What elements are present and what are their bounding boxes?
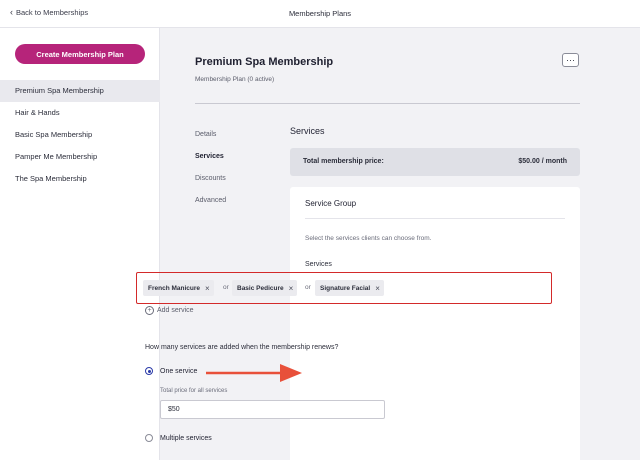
pointer-arrow-icon (206, 364, 302, 382)
total-price-input[interactable] (160, 400, 385, 419)
total-price-label: Total membership price: (303, 158, 384, 165)
remove-chip-icon[interactable]: × (375, 284, 380, 293)
main-content: Premium Spa Membership Membership Plan (… (160, 28, 640, 460)
remove-chip-icon[interactable]: × (289, 284, 294, 293)
total-price-box: Total membership price: $50.00 / month (290, 148, 580, 176)
chip-label: Basic Pedicure (237, 284, 284, 292)
header-divider (195, 103, 580, 104)
more-options-button[interactable]: ··· (562, 53, 579, 67)
plan-section-nav: Details Services Discounts Advanced (195, 131, 226, 219)
or-separator: or (305, 284, 311, 291)
nav-services[interactable]: Services (195, 153, 226, 175)
radio-unselected[interactable] (145, 434, 153, 442)
price-field-label: Total price for all services (160, 388, 228, 394)
service-chip-basic-pedicure: Basic Pedicure × (232, 280, 298, 296)
service-chip-french-manicure: French Manicure × (143, 280, 214, 296)
nav-discounts[interactable]: Discounts (195, 175, 226, 197)
services-field-label: Services (305, 261, 332, 268)
or-separator: or (223, 284, 229, 291)
remove-chip-icon[interactable]: × (205, 284, 210, 293)
option-one-label: One service (160, 367, 198, 375)
plan-subtitle: Membership Plan (0 active) (195, 76, 275, 83)
add-service-label: Add service (157, 307, 194, 314)
option-multiple-services[interactable]: Multiple services (145, 434, 212, 442)
sidebar-item-pamper-me[interactable]: Pamper Me Membership (0, 146, 160, 168)
service-group-title: Service Group (305, 199, 357, 208)
plus-circle-icon: + (145, 306, 154, 315)
sidebar-item-premium-spa[interactable]: Premium Spa Membership (0, 80, 160, 102)
selected-services-field[interactable]: French Manicure × or Basic Pedicure × or… (136, 272, 552, 304)
top-bar: ‹ Back to Memberships Membership Plans (0, 0, 640, 28)
renewal-question: How many services are added when the mem… (145, 344, 339, 351)
sidebar-item-the-spa[interactable]: The Spa Membership (0, 168, 160, 190)
option-one-service[interactable]: One service (145, 367, 197, 375)
add-service-button[interactable]: + Add service (145, 306, 194, 315)
sidebar-item-hair-hands[interactable]: Hair & Hands (0, 102, 160, 124)
radio-selected[interactable] (145, 367, 153, 375)
plan-title: Premium Spa Membership (195, 56, 334, 68)
page-title: Membership Plans (288, 9, 352, 18)
plan-list: Premium Spa Membership Hair & Hands Basi… (0, 80, 160, 190)
service-group-card: Service Group Select the services client… (290, 187, 580, 460)
sidebar-item-basic-spa[interactable]: Basic Spa Membership (0, 124, 160, 146)
option-multiple-label: Multiple services (160, 434, 212, 442)
nav-details[interactable]: Details (195, 131, 226, 153)
chip-label: Signature Facial (320, 284, 371, 292)
chip-label: French Manicure (148, 284, 201, 292)
create-membership-plan-button[interactable]: Create Membership Plan (15, 44, 145, 64)
sidebar: Create Membership Plan Premium Spa Membe… (0, 28, 160, 460)
card-divider (305, 218, 565, 219)
nav-advanced[interactable]: Advanced (195, 197, 226, 219)
services-section-title: Services (290, 126, 325, 136)
total-price-value: $50.00 / month (518, 158, 567, 165)
service-chip-signature-facial: Signature Facial × (315, 280, 384, 296)
service-help-text: Select the services clients can choose f… (305, 235, 432, 242)
